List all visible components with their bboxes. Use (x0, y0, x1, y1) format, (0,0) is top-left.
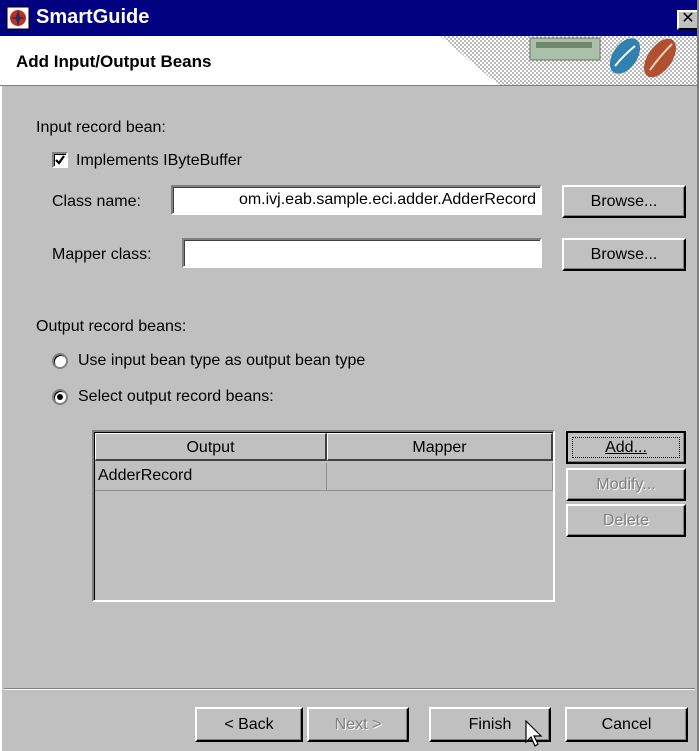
mouse-cursor-icon (525, 720, 543, 747)
beans-graphic-icon (440, 36, 699, 85)
footer-separator (4, 689, 695, 690)
column-header-output[interactable]: Output (95, 433, 327, 461)
checkmark-icon (55, 155, 65, 165)
class-name-value: om.ivj.eab.sample.eci.adder.AdderRecord (238, 191, 536, 208)
mapper-class-label: Mapper class: (52, 246, 152, 263)
input-record-label: Input record bean: (36, 119, 166, 136)
back-button[interactable]: < Back (195, 707, 303, 742)
output-beans-table[interactable]: Output Mapper AdderRecord (92, 430, 555, 602)
next-button[interactable]: Next > (307, 707, 409, 742)
use-input-type-label[interactable]: Use input bean type as output bean type (78, 351, 365, 371)
implements-checkbox[interactable] (52, 152, 68, 168)
focus-ring (572, 437, 680, 458)
table-cell-output[interactable]: AdderRecord (95, 463, 327, 491)
page-title: Add Input/Output Beans (16, 52, 212, 71)
column-header-mapper[interactable]: Mapper (327, 433, 553, 461)
wizard-header: Add Input/Output Beans (0, 36, 699, 86)
class-name-label: Class name: (52, 193, 141, 210)
modify-button[interactable]: Modify... (566, 468, 686, 501)
select-output-beans-label[interactable]: Select output record beans: (78, 387, 274, 407)
close-icon[interactable]: ✕ (677, 10, 699, 30)
radio-selected-dot (57, 394, 63, 400)
use-input-type-radio[interactable] (52, 353, 68, 369)
browse-mapper-button[interactable]: Browse... (562, 238, 686, 271)
class-name-field[interactable]: om.ivj.eab.sample.eci.adder.AdderRecord (171, 185, 542, 215)
window-title: SmartGuide (36, 6, 150, 28)
implements-checkbox-label[interactable]: Implements IByteBuffer (76, 151, 242, 171)
select-output-beans-radio[interactable] (52, 389, 68, 405)
cancel-button[interactable]: Cancel (565, 707, 688, 742)
table-cell-mapper[interactable] (327, 463, 553, 491)
mapper-class-field[interactable] (182, 238, 542, 268)
browse-class-button[interactable]: Browse... (562, 185, 686, 218)
frame-edge (0, 86, 2, 751)
app-icon[interactable] (6, 6, 30, 30)
output-record-label: Output record beans: (36, 318, 187, 335)
add-button[interactable]: Add... (566, 431, 686, 464)
delete-button[interactable]: Delete (566, 504, 686, 537)
